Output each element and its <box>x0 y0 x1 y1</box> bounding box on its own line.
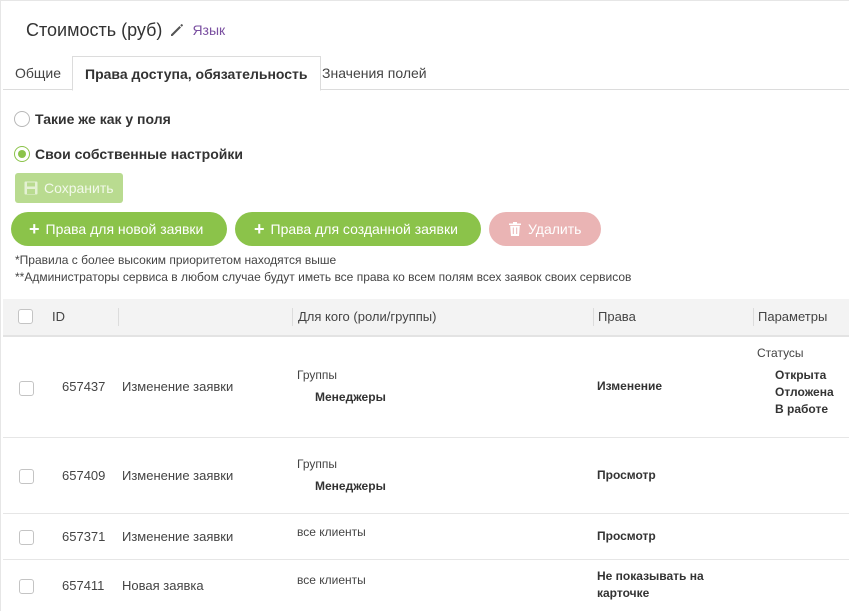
row-name: Изменение заявки <box>122 468 234 483</box>
table-row[interactable]: 657371 Изменение заявки все клиенты Прос… <box>3 514 849 560</box>
save-button[interactable]: Сохранить <box>15 173 123 203</box>
priority-note: *Правила с более высоким приоритетом нах… <box>15 253 337 267</box>
row-id: 657411 <box>62 578 105 593</box>
save-button-label: Сохранить <box>44 180 114 196</box>
row-param-value: Открыта <box>775 368 827 382</box>
row-who-value: Менеджеры <box>315 390 386 404</box>
row-who-value: Менеджеры <box>315 479 386 493</box>
row-rights-continued: карточке <box>597 586 650 600</box>
edit-pencil-icon[interactable] <box>169 22 185 38</box>
option-same-as-field-label: Такие же как у поля <box>35 111 171 127</box>
delete-button[interactable]: Удалить <box>489 212 601 246</box>
add-created-request-rights-label: Права для созданной заявки <box>270 221 458 237</box>
add-new-request-rights-label: Права для новой заявки <box>45 221 204 237</box>
select-all-checkbox[interactable] <box>18 309 33 324</box>
column-divider <box>292 308 293 326</box>
row-rights: Просмотр <box>597 529 656 543</box>
row-params-label: Статусы <box>757 346 804 360</box>
tab-general[interactable]: Общие <box>15 56 61 90</box>
radio-same-as-field[interactable] <box>14 111 30 127</box>
add-created-request-rights-button[interactable]: + Права для созданной заявки <box>235 212 481 246</box>
row-param-value: В работе <box>775 402 828 416</box>
row-who-label: Группы <box>297 457 337 471</box>
table-row[interactable]: 657409 Изменение заявки Группы Менеджеры… <box>3 438 849 514</box>
delete-button-label: Удалить <box>528 221 582 237</box>
page-title: Стоимость (руб) <box>26 19 163 40</box>
tab-access-rights[interactable]: Права доступа, обязательность <box>72 56 321 91</box>
row-checkbox[interactable] <box>19 469 34 484</box>
row-param-value: Отложена <box>775 385 834 399</box>
trash-icon <box>509 222 521 236</box>
row-id: 657437 <box>62 379 106 394</box>
option-own-settings[interactable]: Свои собственные настройки <box>14 146 243 162</box>
row-checkbox[interactable] <box>19 530 34 545</box>
row-rights: Не показывать на <box>597 569 704 583</box>
row-name: Изменение заявки <box>122 529 234 544</box>
plus-icon: + <box>29 219 40 239</box>
column-header-params[interactable]: Параметры <box>758 299 827 335</box>
row-name: Изменение заявки <box>122 379 234 394</box>
header: Стоимость (руб) Язык <box>26 18 225 42</box>
row-rights: Изменение <box>597 379 663 393</box>
row-who-label: все клиенты <box>297 573 366 587</box>
row-id: 657371 <box>62 529 106 544</box>
row-checkbox[interactable] <box>19 579 34 594</box>
floppy-disk-icon <box>24 181 38 195</box>
tabs-bar: Общие Права доступа, обязательность Знач… <box>3 56 849 91</box>
column-header-for-whom[interactable]: Для кого (роли/группы) <box>298 299 436 335</box>
row-rights: Просмотр <box>597 468 656 482</box>
row-checkbox[interactable] <box>19 381 34 396</box>
column-divider <box>593 308 594 326</box>
language-link[interactable]: Язык <box>192 22 225 38</box>
row-name: Новая заявка <box>122 578 204 593</box>
table-row[interactable]: 657411 Новая заявка все клиенты Не показ… <box>3 560 849 611</box>
row-id: 657409 <box>62 468 106 483</box>
radio-own-settings[interactable] <box>14 146 30 162</box>
column-divider <box>753 308 754 326</box>
column-header-id[interactable]: ID <box>52 299 65 335</box>
row-who-label: все клиенты <box>297 525 366 539</box>
option-own-settings-label: Свои собственные настройки <box>35 146 243 162</box>
table-row[interactable]: 657437 Изменение заявки Группы Менеджеры… <box>3 338 849 438</box>
plus-icon: + <box>254 219 265 239</box>
column-header-rights[interactable]: Права <box>598 299 636 335</box>
row-who-label: Группы <box>297 368 337 382</box>
admins-note: **Администраторы сервиса в любом случае … <box>15 270 632 284</box>
option-same-as-field[interactable]: Такие же как у поля <box>14 111 171 127</box>
add-new-request-rights-button[interactable]: + Права для новой заявки <box>11 212 227 246</box>
column-divider <box>118 308 119 326</box>
tab-field-values[interactable]: Значения полей <box>322 56 427 90</box>
table-header: ID Для кого (роли/группы) Права Параметр… <box>3 299 849 337</box>
